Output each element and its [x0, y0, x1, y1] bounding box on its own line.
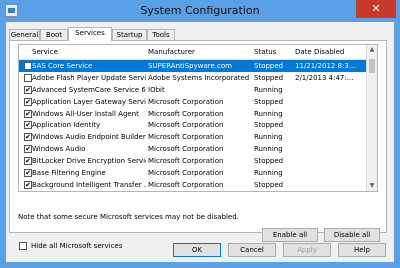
hide-microsoft-services-checkbox[interactable]	[19, 242, 27, 250]
service-name: Application Layer Gateway Service	[32, 97, 146, 106]
table-row[interactable]: ✔ Windows All-User Install Agent Microsoft…	[19, 108, 367, 120]
enable-all-button[interactable]: Enable all	[262, 228, 318, 242]
list-header: Service Manufacturer Status Date Disable…	[19, 45, 367, 60]
table-row[interactable]: ✔ Windows Audio Microsoft Corporation Runni…	[19, 143, 367, 155]
service-checkbox[interactable]: ✔	[24, 121, 32, 130]
column-manufacturer[interactable]: Manufacturer	[148, 48, 195, 56]
service-name: Background Intelligent Transfer ...	[32, 180, 146, 189]
service-name: Windows All-User Install Agent	[32, 109, 139, 118]
column-date-disabled[interactable]: Date Disabled	[295, 48, 344, 56]
service-status: Running	[254, 169, 283, 178]
service-manufacturer: Microsoft Corporation	[148, 145, 224, 154]
service-manufacturer: Microsoft Corporation	[148, 97, 224, 106]
scroll-thumb[interactable]	[369, 59, 375, 73]
secure-services-note: Note that some secure Microsoft services…	[18, 213, 239, 221]
service-checkbox[interactable]: ✔	[24, 180, 32, 189]
service-manufacturer: IObit	[148, 85, 165, 94]
services-panel: Service Manufacturer Status Date Disable…	[9, 40, 387, 242]
system-configuration-window: System Configuration ✕ General Boot Serv…	[0, 0, 400, 268]
window-title: System Configuration	[140, 4, 260, 17]
service-status: Running	[254, 145, 283, 154]
table-row[interactable]: ✔ Base Filtering Engine Microsoft Corporat…	[19, 167, 367, 179]
service-status: Running	[254, 85, 283, 94]
service-checkbox[interactable]: ✔	[24, 145, 32, 154]
disable-all-button[interactable]: Disable all	[324, 228, 380, 242]
service-manufacturer: Microsoft Corporation	[148, 109, 224, 118]
hide-microsoft-services-label: Hide all Microsoft services	[31, 242, 123, 250]
service-status: Stopped	[254, 121, 284, 130]
service-manufacturer: SUPERAntiSpyware.com	[148, 62, 232, 70]
apply-button[interactable]: Apply	[283, 243, 331, 257]
service-manufacturer: Microsoft Corporation	[148, 169, 224, 178]
service-manufacturer: Microsoft Corporation	[148, 133, 224, 142]
service-status: Stopped	[254, 73, 284, 82]
vertical-scrollbar[interactable]: ▲ ▼	[366, 45, 377, 191]
close-button[interactable]: ✕	[356, 0, 396, 18]
service-name: BitLocker Drive Encryption Service	[32, 157, 146, 166]
tab-startup[interactable]: Startup	[112, 29, 147, 40]
service-checkbox[interactable]	[24, 62, 32, 70]
service-status: Stopped	[254, 157, 284, 166]
tab-general[interactable]: General	[9, 29, 40, 40]
ok-button[interactable]: OK	[173, 243, 221, 257]
service-manufacturer: Microsoft Corporation	[148, 121, 224, 130]
service-status: Stopped	[254, 62, 284, 70]
service-checkbox[interactable]: ✔	[24, 133, 32, 142]
service-checkbox[interactable]: ✔	[24, 85, 32, 94]
tab-tools[interactable]: Tools	[147, 29, 175, 40]
table-row[interactable]: ✔ BitLocker Drive Encryption Service Micro…	[19, 155, 367, 167]
tab-boot[interactable]: Boot	[40, 29, 68, 40]
service-checkbox[interactable]: ✔	[24, 157, 32, 166]
service-manufacturer: Microsoft Corporation	[148, 157, 224, 166]
service-name: Windows Audio Endpoint Builder	[32, 133, 146, 142]
service-name: Advanced SystemCare Service 6	[32, 85, 146, 94]
service-name: Base Filtering Engine	[32, 169, 106, 178]
service-date-disabled: 2/1/2013 4:47:...	[295, 73, 354, 82]
table-row[interactable]: ✔ Advanced SystemCare Service 6 IObit Runni…	[19, 84, 367, 96]
service-date-disabled: 11/21/2012 8:3...	[295, 62, 356, 70]
service-checkbox[interactable]	[24, 73, 32, 82]
tab-services[interactable]: Services	[68, 27, 112, 41]
service-name: SAS Core Service	[32, 62, 93, 70]
service-status: Running	[254, 109, 283, 118]
service-status: Running	[254, 133, 283, 142]
service-checkbox[interactable]: ✔	[24, 169, 32, 178]
table-row[interactable]: ✔ Application Layer Gateway Service Micros…	[19, 96, 367, 108]
service-name: Adobe Flash Player Update Service	[32, 73, 146, 82]
service-checkbox[interactable]: ✔	[24, 109, 32, 118]
service-status: Stopped	[254, 97, 284, 106]
service-manufacturer: Microsoft Corporation	[148, 180, 224, 189]
service-rows: SAS Core Service SUPERAntiSpyware.com Stop…	[19, 60, 367, 192]
service-manufacturer: Adobe Systems Incorporated	[148, 73, 250, 82]
table-row[interactable]: ✔Background Tasks Infrastructur...Micros…	[19, 191, 367, 192]
services-list[interactable]: Service Manufacturer Status Date Disable…	[18, 44, 378, 192]
service-name: Windows Audio	[32, 145, 86, 154]
help-button[interactable]: Help	[338, 243, 386, 257]
cancel-button[interactable]: Cancel	[228, 243, 276, 257]
table-row[interactable]: SAS Core Service SUPERAntiSpyware.com Stop…	[19, 60, 367, 72]
table-row[interactable]: ✔ Application Identity Microsoft Corporati…	[19, 119, 367, 131]
table-row[interactable]: Adobe Flash Player Update Service Adobe S…	[19, 72, 367, 84]
scroll-up-icon[interactable]: ▲	[367, 45, 377, 55]
table-row[interactable]: ✔ Background Intelligent Transfer ... Micr…	[19, 179, 367, 191]
title-bar: System Configuration ✕	[0, 0, 400, 22]
table-row[interactable]: ✔ Windows Audio Endpoint Builder Microsoft…	[19, 131, 367, 143]
scroll-down-icon[interactable]: ▼	[367, 181, 377, 191]
service-name: Application Identity	[32, 121, 101, 130]
column-status[interactable]: Status	[254, 48, 276, 56]
service-checkbox[interactable]: ✔	[24, 97, 32, 106]
dialog-client: General Boot Services Startup Tools Serv…	[6, 22, 394, 262]
column-service[interactable]: Service	[32, 48, 58, 56]
service-status: Stopped	[254, 180, 284, 189]
